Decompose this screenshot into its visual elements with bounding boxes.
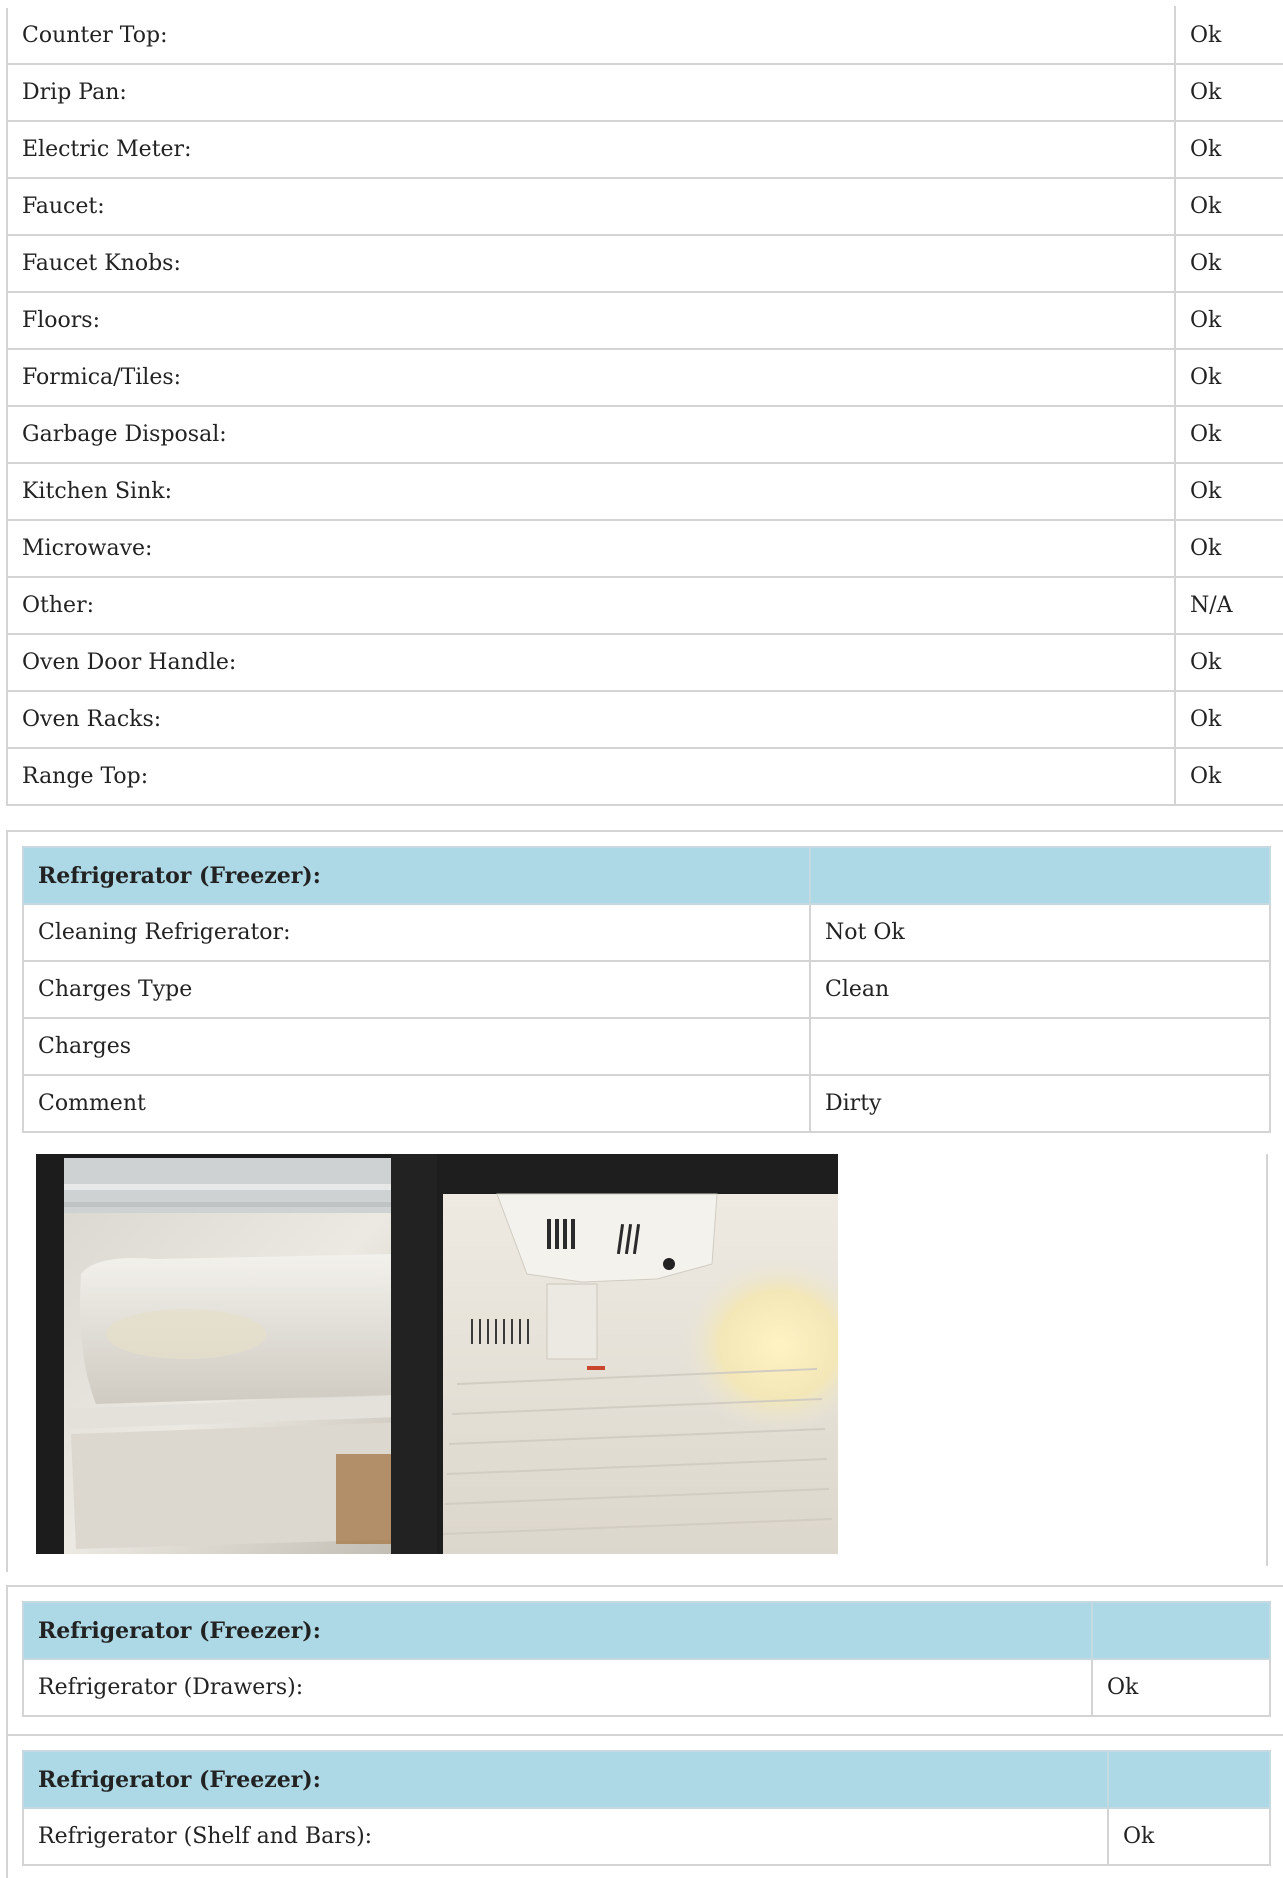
section-header-row: Refrigerator (Freezer): <box>22 1601 1271 1660</box>
table-row: Faucet: Ok <box>6 177 1283 236</box>
table-row: Refrigerator (Drawers): Ok <box>22 1658 1271 1717</box>
table-row: Kitchen Sink: Ok <box>6 462 1283 521</box>
item-label: Garbage Disposal: <box>6 405 1176 464</box>
item-label: Charges <box>22 1017 811 1076</box>
refrigerator-freezer-section: Refrigerator (Freezer): Cleaning Refrige… <box>6 830 1283 1572</box>
table-row: Refrigerator (Shelf and Bars): Ok <box>22 1807 1271 1866</box>
item-value: Ok <box>1174 348 1283 407</box>
item-value: Clean <box>809 960 1271 1019</box>
section-header-empty <box>809 846 1271 905</box>
item-label: Oven Racks: <box>6 690 1176 749</box>
item-value: Ok <box>1174 63 1283 122</box>
section-header-row: Refrigerator (Freezer): <box>22 1750 1271 1809</box>
table-row: Range Top: Ok <box>6 747 1283 806</box>
item-value: Ok <box>1174 519 1283 578</box>
item-value: Ok <box>1174 177 1283 236</box>
item-label: Formica/Tiles: <box>6 348 1176 407</box>
item-label: Microwave: <box>6 519 1176 578</box>
item-value: Ok <box>1174 405 1283 464</box>
table-row: Charges <box>22 1017 1271 1076</box>
item-value: N/A <box>1174 576 1283 635</box>
table-row: Other: N/A <box>6 576 1283 635</box>
item-value: Ok <box>1091 1658 1271 1717</box>
refrigerator-drawers-table: Refrigerator (Freezer): Refrigerator (Dr… <box>22 1601 1271 1717</box>
item-value: Ok <box>1174 234 1283 293</box>
item-label: Refrigerator (Drawers): <box>22 1658 1093 1717</box>
item-value: Ok <box>1174 462 1283 521</box>
item-label: Counter Top: <box>6 6 1176 65</box>
table-row: Floors: Ok <box>6 291 1283 350</box>
item-value: Ok <box>1174 690 1283 749</box>
item-value: Ok <box>1174 747 1283 806</box>
table-row: Garbage Disposal: Ok <box>6 405 1283 464</box>
item-label: Kitchen Sink: <box>6 462 1176 521</box>
inspection-photos <box>36 1154 838 1554</box>
section-header-empty <box>1107 1750 1271 1809</box>
inspection-items-table: Counter Top: Ok Drip Pan: Ok Electric Me… <box>6 6 1283 806</box>
refrigerator-shelf-section: Refrigerator (Freezer): Refrigerator (Sh… <box>6 1734 1283 1878</box>
table-row: Cleaning Refrigerator: Not Ok <box>22 903 1271 962</box>
item-label: Faucet Knobs: <box>6 234 1176 293</box>
item-label: Charges Type <box>22 960 811 1019</box>
table-row: Counter Top: Ok <box>6 6 1283 65</box>
table-row: Comment Dirty <box>22 1074 1271 1133</box>
item-label: Refrigerator (Shelf and Bars): <box>22 1807 1109 1866</box>
item-value: Not Ok <box>809 903 1271 962</box>
table-row: Faucet Knobs: Ok <box>6 234 1283 293</box>
section-header-empty <box>1091 1601 1271 1660</box>
item-label: Faucet: <box>6 177 1176 236</box>
item-label: Floors: <box>6 291 1176 350</box>
section-divider <box>1266 1154 1268 1566</box>
table-row: Drip Pan: Ok <box>6 63 1283 122</box>
item-label: Drip Pan: <box>6 63 1176 122</box>
section-header: Refrigerator (Freezer): <box>22 846 811 905</box>
refrigerator-shelf-table: Refrigerator (Freezer): Refrigerator (Sh… <box>22 1750 1271 1866</box>
table-row: Formica/Tiles: Ok <box>6 348 1283 407</box>
item-label: Cleaning Refrigerator: <box>22 903 811 962</box>
item-value: Ok <box>1174 633 1283 692</box>
item-value: Ok <box>1174 6 1283 65</box>
section-header: Refrigerator (Freezer): <box>22 1750 1109 1809</box>
section-header: Refrigerator (Freezer): <box>22 1601 1093 1660</box>
table-row: Microwave: Ok <box>6 519 1283 578</box>
table-row: Electric Meter: Ok <box>6 120 1283 179</box>
fridge-door-shelves-photo[interactable] <box>36 1154 437 1554</box>
item-value: Ok <box>1107 1807 1271 1866</box>
item-value: Ok <box>1174 291 1283 350</box>
item-value: Ok <box>1174 120 1283 179</box>
item-value <box>809 1017 1271 1076</box>
item-label: Electric Meter: <box>6 120 1176 179</box>
refrigerator-freezer-table: Refrigerator (Freezer): Cleaning Refrige… <box>22 846 1271 1133</box>
item-value: Dirty <box>809 1074 1271 1133</box>
item-label: Other: <box>6 576 1176 635</box>
item-label: Comment <box>22 1074 811 1133</box>
freezer-interior-photo[interactable] <box>437 1154 838 1554</box>
table-row: Oven Door Handle: Ok <box>6 633 1283 692</box>
item-label: Range Top: <box>6 747 1176 806</box>
refrigerator-drawers-section: Refrigerator (Freezer): Refrigerator (Dr… <box>6 1585 1283 1737</box>
item-label: Oven Door Handle: <box>6 633 1176 692</box>
section-header-row: Refrigerator (Freezer): <box>22 846 1271 905</box>
table-row: Charges Type Clean <box>22 960 1271 1019</box>
table-row: Oven Racks: Ok <box>6 690 1283 749</box>
